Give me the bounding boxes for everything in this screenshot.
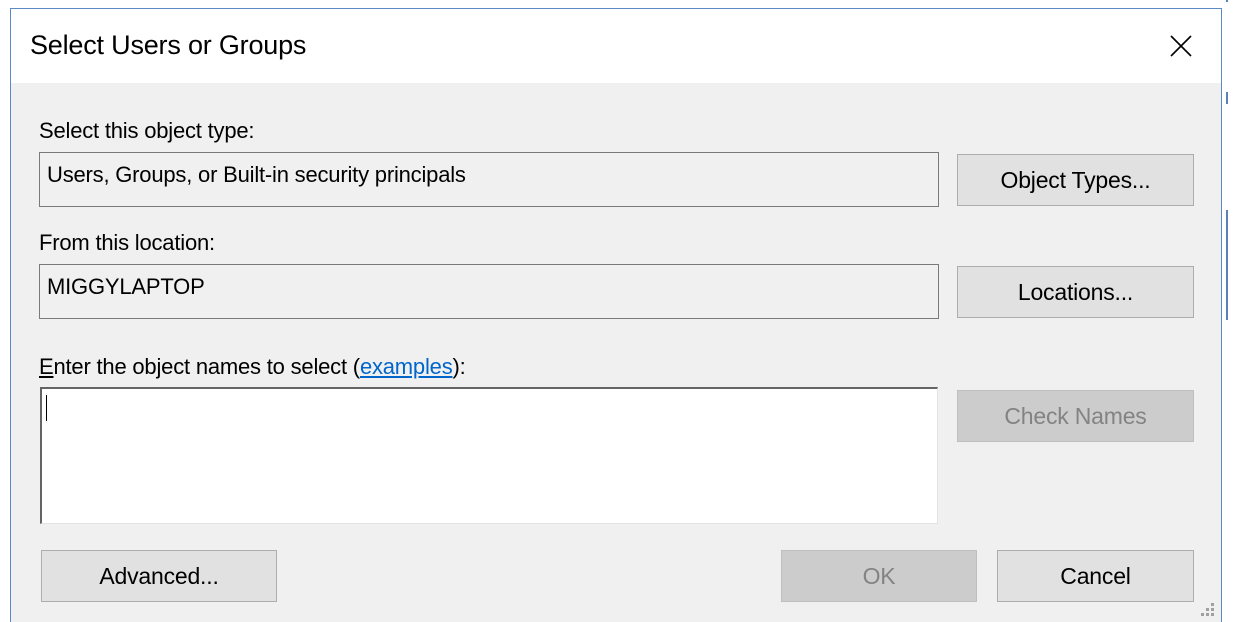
- examples-link[interactable]: examples: [360, 354, 453, 379]
- resize-grip-icon[interactable]: [1197, 601, 1215, 619]
- background-window-edge: [1222, 0, 1233, 622]
- object-type-value: Users, Groups, or Built-in security prin…: [47, 162, 466, 187]
- title-bar: Select Users or Groups: [11, 9, 1221, 83]
- access-key-letter: E: [39, 354, 54, 379]
- ok-button[interactable]: OK: [781, 550, 977, 602]
- background-border-segment: [1226, 92, 1228, 104]
- object-types-button[interactable]: Object Types...: [957, 154, 1194, 206]
- background-border-segment: [1226, 0, 1228, 2]
- object-type-label: Select this object type:: [39, 118, 255, 143]
- background-border-segment: [1226, 210, 1228, 320]
- location-value: MIGGYLAPTOP: [47, 274, 205, 299]
- object-names-label-text: nter the object names to select (: [53, 354, 360, 379]
- advanced-button[interactable]: Advanced...: [41, 550, 277, 602]
- check-names-button[interactable]: Check Names: [957, 390, 1194, 442]
- close-icon: [1170, 35, 1192, 57]
- locations-button[interactable]: Locations...: [957, 266, 1194, 318]
- select-users-dialog: Select Users or Groups Select this objec…: [10, 8, 1222, 622]
- location-label: From this location:: [39, 230, 215, 255]
- cancel-button[interactable]: Cancel: [997, 550, 1194, 602]
- location-field: MIGGYLAPTOP: [39, 264, 939, 319]
- dialog-title: Select Users or Groups: [30, 30, 307, 60]
- object-names-input[interactable]: [40, 387, 938, 524]
- object-type-field: Users, Groups, or Built-in security prin…: [39, 152, 939, 207]
- object-names-label: Enter the object names to select (exampl…: [39, 354, 466, 380]
- text-caret: [46, 395, 47, 421]
- object-names-label-end: ):: [452, 354, 466, 379]
- close-button[interactable]: [1151, 17, 1211, 75]
